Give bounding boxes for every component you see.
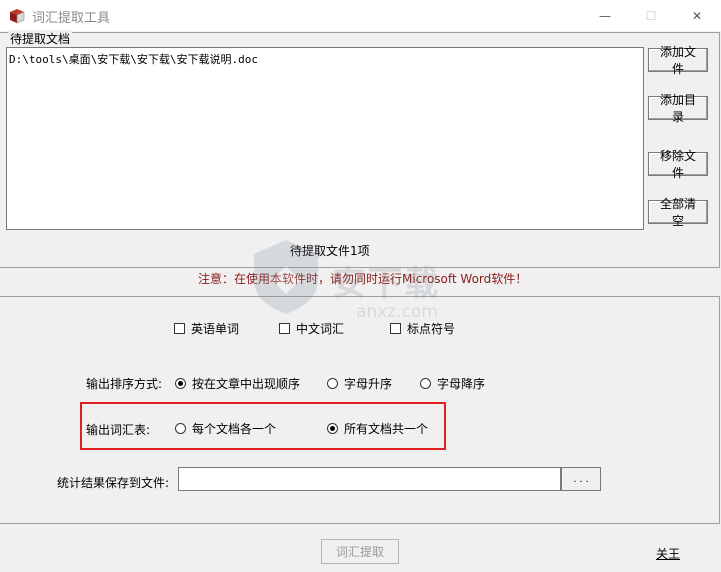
- output-vocab-label: 输出词汇表:: [86, 423, 151, 437]
- checkbox-box[interactable]: [390, 323, 401, 334]
- checkbox-box[interactable]: [279, 323, 290, 334]
- radio-unchecked-icon[interactable]: [420, 378, 431, 389]
- browse-button[interactable]: . . .: [561, 467, 601, 491]
- sort-ascending-radio[interactable]: 字母升序: [327, 375, 392, 392]
- file-count-label: 待提取文件1项: [290, 244, 370, 258]
- close-link[interactable]: 关王: [656, 545, 680, 562]
- radio-checked-icon[interactable]: [175, 378, 186, 389]
- save-file-label: 统计结果保存到文件:: [57, 476, 170, 490]
- vocab-per-document-label: 每个文档各一个: [192, 422, 277, 436]
- sort-mode-label: 输出排序方式:: [86, 377, 163, 391]
- english-words-checkbox[interactable]: 英语单词: [174, 320, 239, 337]
- checkbox-box[interactable]: [174, 323, 185, 334]
- remove-file-button[interactable]: 移除文件: [648, 149, 708, 180]
- add-file-button[interactable]: 添加文件: [648, 45, 708, 76]
- app-book-icon: [8, 8, 26, 24]
- app-window: 词汇提取工具 — ☐ ✕ 待提取文档 D:\tools\桌面\安下载\安下载\安…: [0, 0, 721, 572]
- chinese-words-label: 中文词汇: [296, 322, 345, 336]
- file-list[interactable]: D:\tools\桌面\安下载\安下载\安下载说明.doc: [6, 47, 644, 230]
- add-directory-button[interactable]: 添加目录: [648, 93, 708, 124]
- sort-ascending-label: 字母升序: [344, 377, 393, 391]
- minimize-button[interactable]: —: [582, 0, 628, 31]
- vocab-per-document-radio[interactable]: 每个文档各一个: [175, 420, 276, 437]
- word-warning-notice: 注意：在使用本软件时，请勿同时运行Microsoft Word软件！: [198, 272, 528, 286]
- title-bar[interactable]: 词汇提取工具 — ☐ ✕: [0, 0, 721, 31]
- punctuation-checkbox[interactable]: 标点符号: [390, 320, 455, 337]
- list-item[interactable]: D:\tools\桌面\安下载\安下载\安下载说明.doc: [9, 51, 258, 67]
- file-group-label: 待提取文档: [8, 30, 73, 47]
- maximize-button[interactable]: ☐: [628, 0, 674, 31]
- extract-button[interactable]: 词汇提取: [321, 539, 399, 564]
- window-title: 词汇提取工具: [32, 11, 111, 26]
- punctuation-label: 标点符号: [407, 322, 456, 336]
- chinese-words-checkbox[interactable]: 中文词汇: [279, 320, 344, 337]
- close-window-button[interactable]: ✕: [674, 0, 720, 31]
- radio-unchecked-icon[interactable]: [175, 423, 186, 434]
- english-words-label: 英语单词: [191, 322, 240, 336]
- clear-all-button[interactable]: 全部清空: [648, 197, 708, 228]
- sort-descending-radio[interactable]: 字母降序: [420, 375, 485, 392]
- sort-appearance-radio[interactable]: 按在文章中出现顺序: [175, 375, 300, 392]
- sort-descending-label: 字母降序: [437, 377, 486, 391]
- sort-appearance-label: 按在文章中出现顺序: [192, 377, 301, 391]
- radio-unchecked-icon[interactable]: [327, 378, 338, 389]
- save-path-input[interactable]: [178, 467, 561, 491]
- vocab-shared-radio[interactable]: 所有文档共一个: [327, 420, 428, 437]
- radio-checked-icon[interactable]: [327, 423, 338, 434]
- vocab-shared-label: 所有文档共一个: [344, 422, 429, 436]
